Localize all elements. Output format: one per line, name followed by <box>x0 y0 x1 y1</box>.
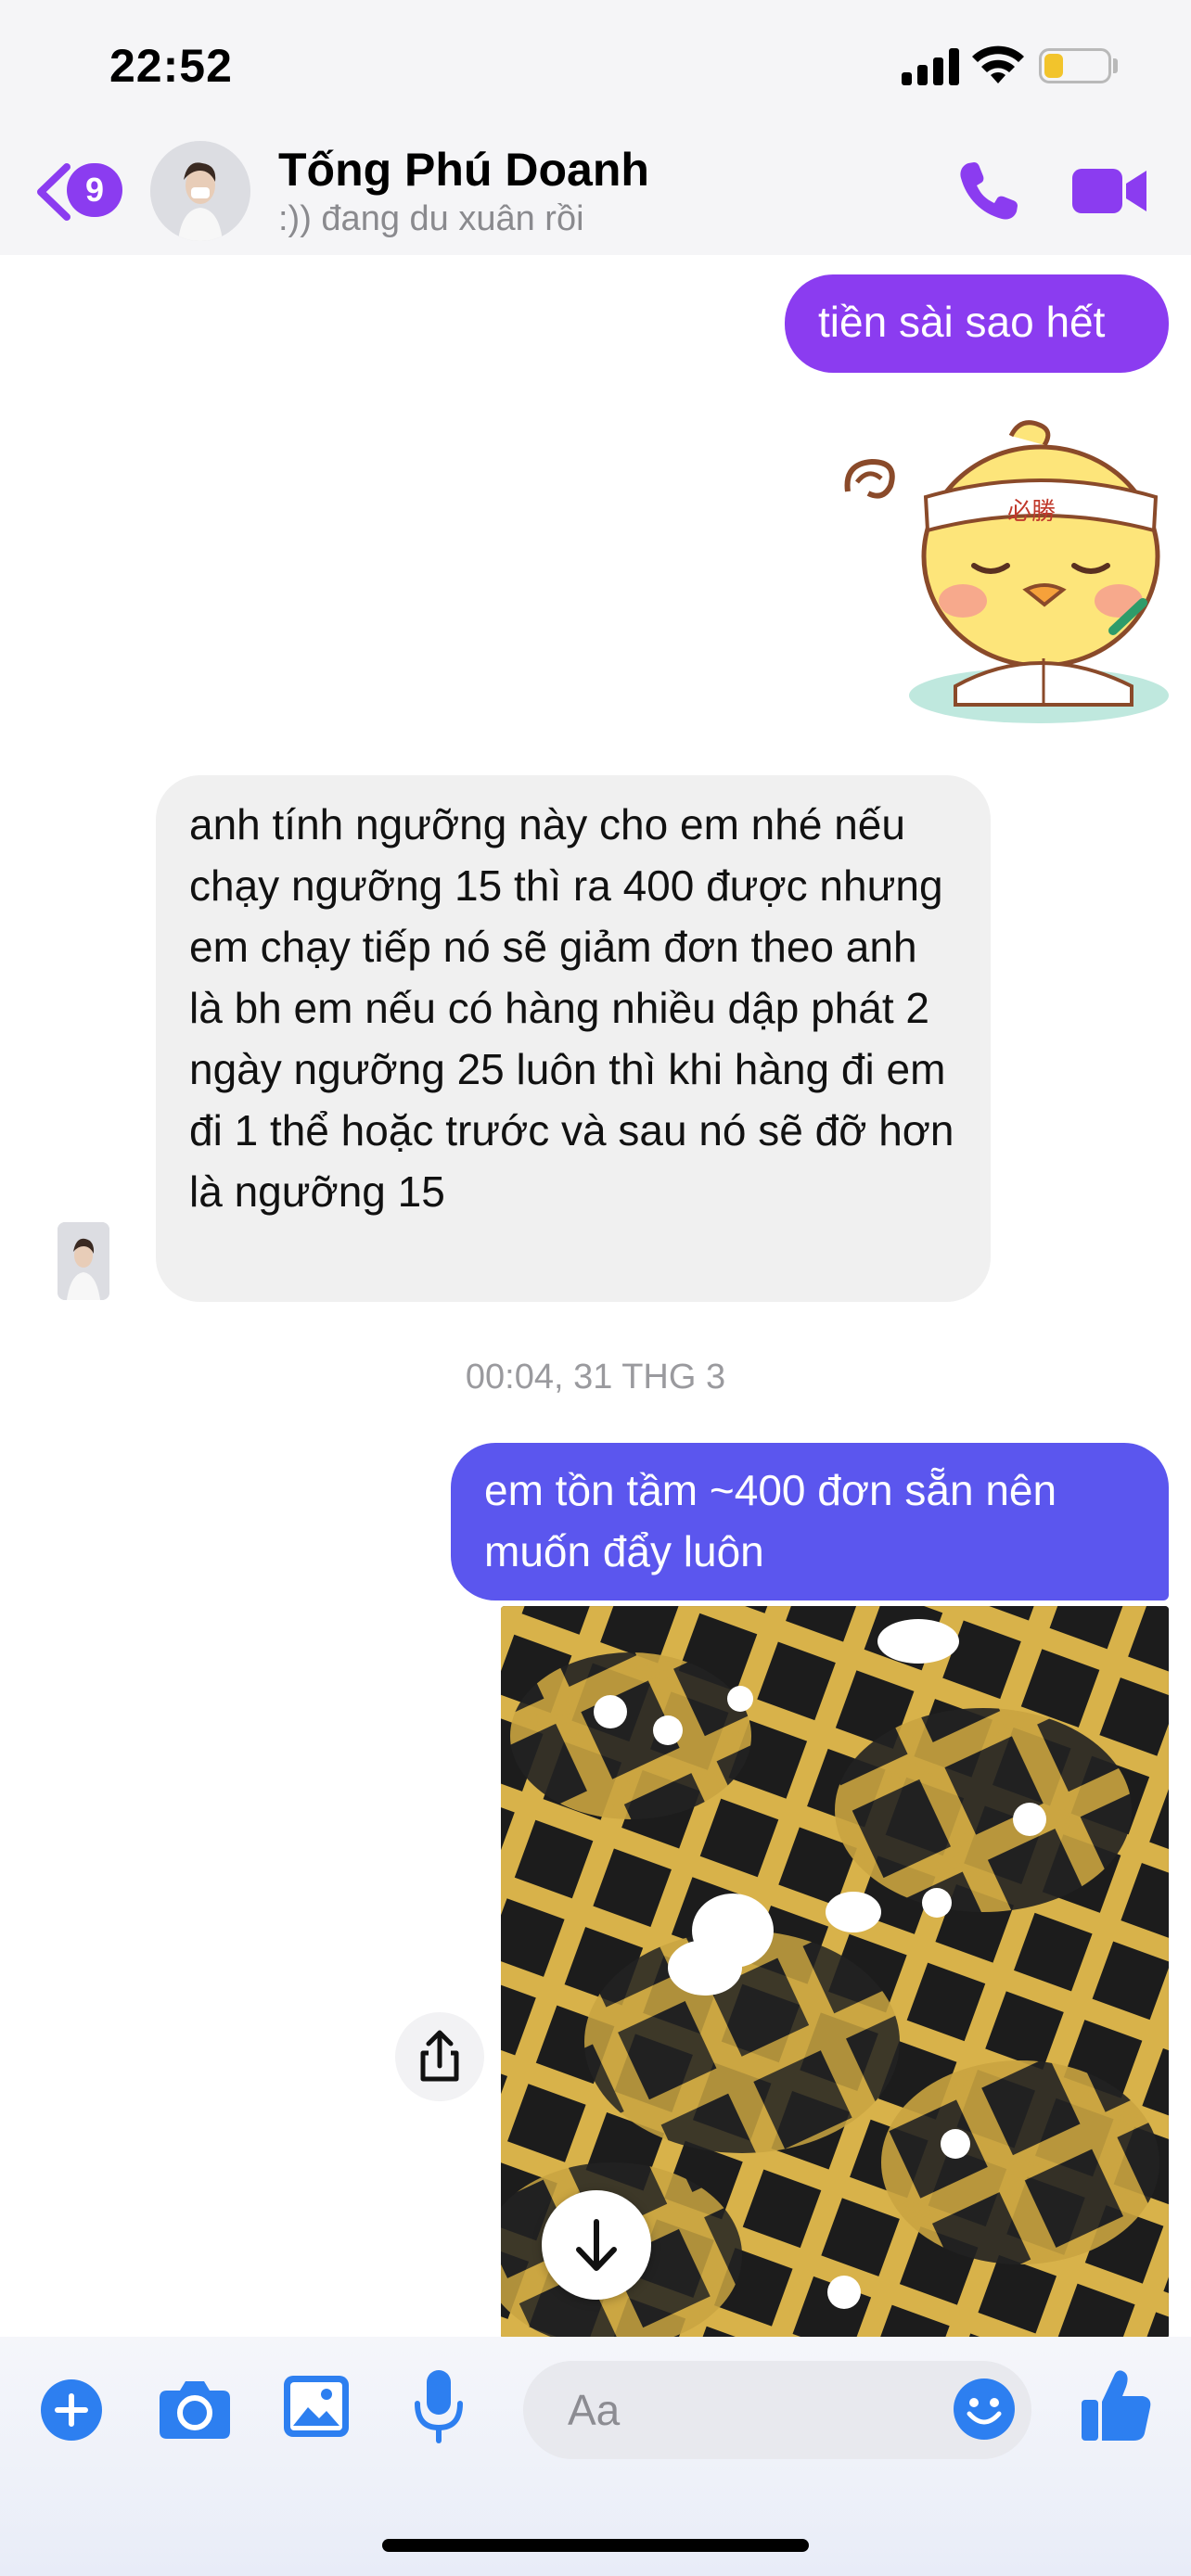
thumbs-up-icon[interactable] <box>1082 2368 1152 2442</box>
share-icon <box>420 2030 459 2082</box>
cellular-signal-icon <box>902 48 959 85</box>
sticker-headband-text: 必勝 <box>1007 498 1056 526</box>
plus-icon[interactable] <box>41 2379 102 2441</box>
sticker-chick-studying[interactable]: 必勝 <box>835 408 1169 733</box>
incoming-message[interactable]: anh tính ngưỡng này cho em nhé nếu chạy … <box>156 775 991 1302</box>
outgoing-message[interactable]: tiền sài sao hết <box>785 274 1169 373</box>
contact-avatar[interactable] <box>150 141 250 241</box>
emoji-icon[interactable] <box>954 2378 1015 2440</box>
contact-status: :)) đang du xuân rồi <box>278 199 584 238</box>
contact-name[interactable]: Tống Phú Doanh <box>278 143 649 197</box>
scroll-to-bottom-button[interactable] <box>542 2190 651 2300</box>
video-camera-icon[interactable] <box>1072 165 1148 217</box>
image-icon[interactable] <box>284 2376 349 2437</box>
share-button[interactable] <box>395 2012 484 2101</box>
camera-icon[interactable] <box>160 2378 230 2439</box>
home-indicator <box>382 2539 809 2552</box>
microphone-icon[interactable] <box>414 2370 464 2444</box>
message-input-placeholder: Aa <box>568 2386 621 2434</box>
outgoing-message[interactable]: em tồn tầm ~400 đơn sẵn nên muốn đẩy luô… <box>451 1443 1169 1600</box>
status-time: 22:52 <box>109 40 233 92</box>
sender-avatar[interactable] <box>58 1222 109 1300</box>
unread-count-badge[interactable]: 9 <box>67 163 122 217</box>
wifi-icon <box>972 45 1024 83</box>
message-timestamp: 00:04, 31 THG 3 <box>465 1358 726 1396</box>
battery-tip <box>1113 58 1118 73</box>
arrow-down-icon <box>576 2219 617 2271</box>
phone-icon[interactable] <box>955 158 1022 224</box>
battery-icon <box>1039 48 1111 83</box>
